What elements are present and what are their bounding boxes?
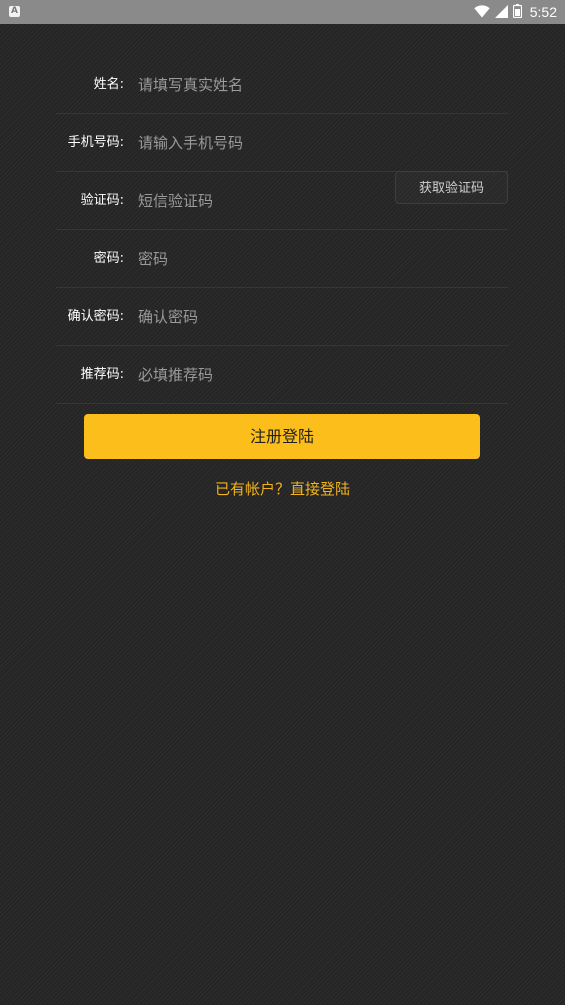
registration-form: 姓名: 手机号码: 验证码: 密码: 确认密码: 推荐码: 获取验证码 [56, 56, 508, 404]
code-label: 验证码: [80, 193, 124, 208]
password-row: 密码: [56, 230, 508, 288]
confirm-password-label: 确认密码: [67, 309, 124, 324]
get-code-button[interactable]: 获取验证码 [395, 171, 508, 204]
name-label: 姓名: [93, 77, 124, 92]
wifi-icon [474, 3, 490, 22]
name-input[interactable] [138, 56, 388, 113]
status-time: 5:52 [529, 4, 557, 20]
status-bar: A 5:52 [0, 0, 565, 24]
referral-input[interactable] [138, 346, 388, 403]
confirm-password-row: 确认密码: [56, 288, 508, 346]
signal-icon [494, 3, 508, 22]
phone-label: 手机号码: [67, 135, 124, 150]
password-label: 密码: [93, 251, 124, 266]
referral-label: 推荐码: [80, 367, 124, 382]
password-input[interactable] [138, 230, 388, 287]
phone-input[interactable] [138, 114, 388, 171]
code-input[interactable] [138, 172, 388, 229]
phone-row: 手机号码: [56, 114, 508, 172]
notification-icon: A [9, 6, 20, 17]
confirm-password-input[interactable] [138, 288, 388, 345]
battery-icon [512, 3, 522, 22]
status-icons: 5:52 [474, 0, 557, 24]
referral-row: 推荐码: [56, 346, 508, 404]
login-link[interactable]: 已有帐户？直接登陆 [0, 478, 565, 499]
name-row: 姓名: [56, 56, 508, 114]
register-button[interactable]: 注册登陆 [84, 414, 480, 459]
